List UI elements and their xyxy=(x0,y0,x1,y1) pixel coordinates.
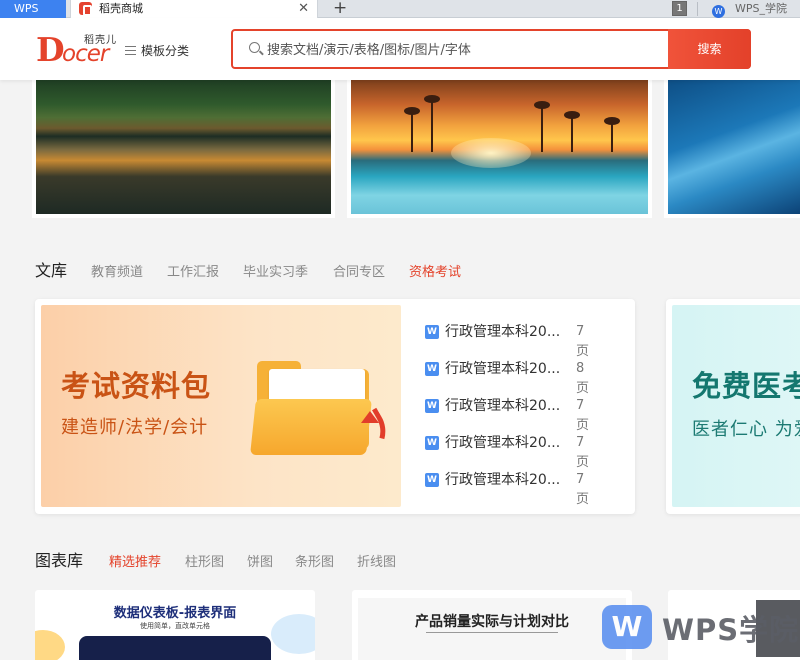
decor-blob xyxy=(35,630,65,660)
menu-icon[interactable] xyxy=(125,46,136,55)
doc-pages: 7页 xyxy=(576,435,590,470)
laptop-screen-image xyxy=(79,636,271,660)
word-doc-icon: W xyxy=(425,362,439,376)
palm-tree xyxy=(534,101,550,152)
tab-count-badge[interactable]: 1 xyxy=(672,1,687,16)
doc-pages: 7页 xyxy=(576,324,590,359)
mountain-lake-image xyxy=(36,80,331,214)
word-doc-icon: W xyxy=(425,325,439,339)
wps-logo-letter: W xyxy=(611,610,643,643)
medical-exam-promo[interactable]: 免费医考 医者仁心 为爱 xyxy=(672,305,800,507)
banner-card-mountain-lake[interactable] xyxy=(32,80,335,218)
chart-template-dashboard[interactable]: 数据仪表板-报表界面 使用简单，直改单元格 xyxy=(35,590,315,660)
doc-name: 行政管理本科20... xyxy=(445,398,561,414)
tab-docer-store[interactable]: 稻壳商城 ✕ xyxy=(70,0,318,19)
arrowhead xyxy=(361,411,379,423)
library-tab-contracts[interactable]: 合同专区 xyxy=(333,261,385,280)
chart-library-section-title: 图表库 xyxy=(35,551,84,570)
tab-title: 稻壳商城 xyxy=(99,2,143,15)
tab-wps-academy[interactable]: W WPS_学院 xyxy=(712,0,787,18)
promo-subline: 建造师/法学/会计 xyxy=(61,417,209,438)
template-category-menu[interactable]: 模板分类 xyxy=(141,42,189,59)
exam-pack-promo[interactable]: 考试资料包 建造师/法学/会计 xyxy=(41,305,401,507)
doc-pages: 7页 xyxy=(576,472,590,507)
library-section-title: 文库 xyxy=(35,261,68,280)
new-tab-icon[interactable]: + xyxy=(333,0,347,18)
title-underline xyxy=(426,632,558,633)
doc-name: 行政管理本科20... xyxy=(445,324,561,340)
word-doc-icon: W xyxy=(425,436,439,450)
thumb-subtitle: 使用简单，直改单元格 xyxy=(140,622,210,630)
wps-academy-watermark: W WPS学院 xyxy=(600,600,800,657)
search-icon xyxy=(249,42,260,53)
palm-tree xyxy=(564,111,580,152)
chart-template-sales-vs-plan[interactable]: 产品销量实际与计划对比 xyxy=(352,590,632,660)
tab-label: WPS_学院 xyxy=(735,2,787,15)
library-tab-graduation[interactable]: 毕业实习季 xyxy=(243,261,308,280)
folder-icon xyxy=(250,361,397,463)
chart-tab-line[interactable]: 折线图 xyxy=(357,551,396,570)
doc-pages: 7页 xyxy=(576,398,590,433)
palm-tree xyxy=(604,117,620,152)
thumb-title: 数据仪表板-报表界面 xyxy=(113,606,237,621)
close-tab-icon[interactable]: ✕ xyxy=(298,0,309,17)
promo2-headline: 免费医考 xyxy=(692,369,800,403)
palm-tree xyxy=(404,107,420,152)
watermark-text: WPS学院 xyxy=(662,613,800,647)
sun-glow xyxy=(451,138,531,168)
promo2-subline: 医者仁心 为爱 xyxy=(692,419,800,440)
doc-name: 行政管理本科20... xyxy=(445,472,561,488)
chart-tab-bar[interactable]: 条形图 xyxy=(295,551,334,570)
tab-wps[interactable]: WPS xyxy=(0,0,66,18)
doc-name: 行政管理本科20... xyxy=(445,361,561,377)
banner-card-tropical-sunset[interactable] xyxy=(347,80,652,218)
logo-letter: D xyxy=(36,30,65,69)
search-bar: 搜索 xyxy=(231,29,751,69)
logo-chinese: 稻壳儿 xyxy=(84,35,117,46)
iceberg-image xyxy=(668,80,800,214)
browser-tab-bar: WPS 稻壳商城 ✕ + 1 W WPS_学院 xyxy=(0,0,800,19)
search-input[interactable] xyxy=(267,39,657,61)
palm-tree xyxy=(424,95,440,152)
tropical-sunset-image xyxy=(351,80,648,214)
library-tab-qualification-exams[interactable]: 资格考试 xyxy=(409,261,461,280)
medical-exam-card: 免费医考 医者仁心 为爱 xyxy=(666,299,800,514)
word-doc-icon: W xyxy=(425,473,439,487)
chart-tab-featured[interactable]: 精选推荐 xyxy=(109,551,161,570)
thumb-title: 产品销量实际与计划对比 xyxy=(415,614,569,630)
word-doc-icon: W xyxy=(425,399,439,413)
tab-divider xyxy=(697,2,698,16)
docer-logo[interactable]: D ocer 稻壳儿 xyxy=(36,32,122,68)
doc-name: 行政管理本科20... xyxy=(445,435,561,451)
exam-materials-card: 考试资料包 建造师/法学/会计 W 行政管理本科20... 7页 W 行政管理本… xyxy=(35,299,635,514)
banner-card-iceberg[interactable] xyxy=(664,80,800,218)
site-header: D ocer 稻壳儿 模板分类 搜索 xyxy=(0,18,800,80)
promo-headline: 考试资料包 xyxy=(61,369,212,403)
chart-tab-column[interactable]: 柱形图 xyxy=(185,551,224,570)
library-tab-work-report[interactable]: 工作汇报 xyxy=(167,261,219,280)
chart-tab-pie[interactable]: 饼图 xyxy=(247,551,273,570)
search-button[interactable]: 搜索 xyxy=(668,29,751,69)
wps-academy-icon: W xyxy=(712,5,725,18)
docer-favicon-icon xyxy=(79,2,92,16)
library-tab-education[interactable]: 教育频道 xyxy=(91,261,143,280)
doc-pages: 8页 xyxy=(576,361,590,396)
wps-logo-icon: W xyxy=(602,605,652,649)
